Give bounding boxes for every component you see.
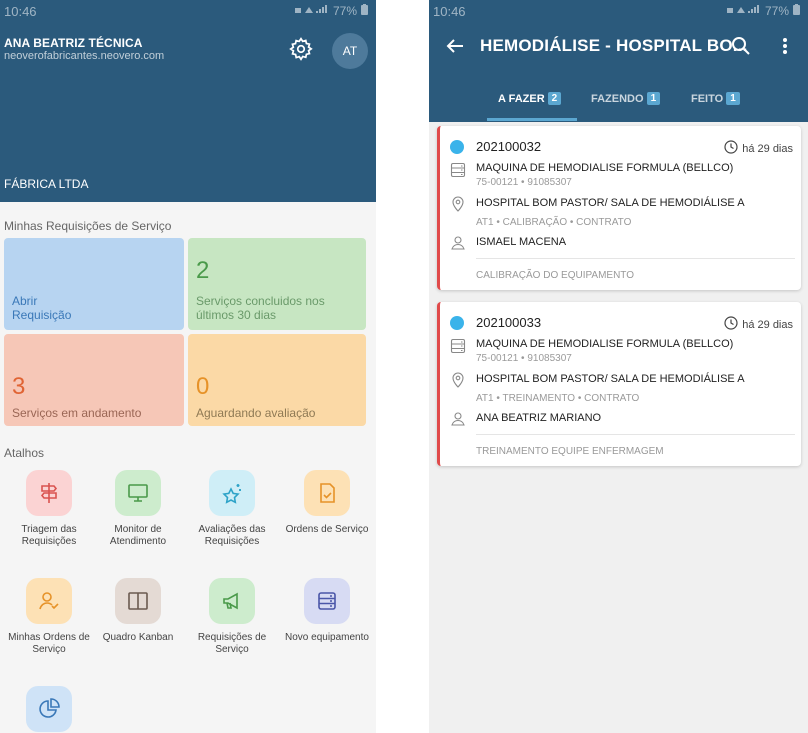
order-number: 202100033 xyxy=(476,315,542,330)
equipment-name: MAQUINA DE HEMODIALISE FORMULA (BELLCO) xyxy=(476,162,734,174)
status-time: 10:46 xyxy=(433,3,466,19)
signal-icon xyxy=(726,4,761,18)
completed-count: 2 xyxy=(196,257,210,284)
megaphone-icon xyxy=(209,578,255,624)
status-tabs: A FAZER 2 FAZENDO 1 FEITO 1 xyxy=(429,88,808,122)
completed-services-tile[interactable]: 2 Serviços concluidos nos últimos 30 dia… xyxy=(188,238,366,330)
signpost-icon xyxy=(26,470,72,516)
tab-doing[interactable]: FAZENDO 1 xyxy=(591,92,661,105)
shortcut-user-check[interactable]: Minhas Ordens de Serviço xyxy=(3,578,95,656)
in-progress-tile[interactable]: 3 Serviços em andamento xyxy=(4,334,184,426)
in-progress-count: 3 xyxy=(12,373,26,400)
tab-count-badge: 2 xyxy=(547,92,562,105)
kanban-icon xyxy=(115,578,161,624)
awaiting-count: 0 xyxy=(196,373,210,400)
equipment-codes: 75-00121 • 91085307 xyxy=(476,177,572,188)
order-tags: AT1 • CALIBRAÇÃO • CONTRATO xyxy=(476,217,632,228)
user-icon xyxy=(450,411,466,427)
status-dot xyxy=(450,140,464,154)
equipment-icon xyxy=(450,338,466,354)
divider xyxy=(476,258,795,259)
status-bar: 10:46 77% xyxy=(0,0,376,22)
shortcut-monitor[interactable]: Monitor de Atendimento xyxy=(92,470,184,548)
tab-count-badge: 1 xyxy=(726,92,740,105)
location: HOSPITAL BOM PASTOR/ SALA DE HEMODIÁLISE… xyxy=(476,197,745,209)
clock-icon xyxy=(724,140,738,157)
section-title-requests: Minhas Requisições de Serviço xyxy=(4,219,172,233)
shortcut-pie-chart[interactable] xyxy=(3,686,95,733)
order-tags: AT1 • TREINAMENTO • CONTRATO xyxy=(476,393,640,404)
battery-level: 77% xyxy=(332,4,357,18)
shortcut-document-check[interactable]: Ordens de Serviço xyxy=(281,470,373,536)
section-title-shortcuts: Atalhos xyxy=(4,446,45,460)
location-pin-icon xyxy=(450,372,466,388)
work-list-screen: 10:46 77% HEMODIÁLISE - HOSPITAL BO... A xyxy=(429,0,808,733)
shortcut-signpost[interactable]: Triagem das Requisições xyxy=(3,470,95,548)
status-time: 10:46 xyxy=(4,3,37,19)
equipment-name: MAQUINA DE HEMODIALISE FORMULA (BELLCO) xyxy=(476,338,734,350)
search-icon[interactable] xyxy=(731,36,751,56)
tab-to-do[interactable]: A FAZER 2 xyxy=(498,92,562,105)
monitor-icon xyxy=(115,470,161,516)
avatar[interactable]: AT xyxy=(332,33,368,69)
divider xyxy=(476,434,795,435)
work-list-header: 10:46 77% HEMODIÁLISE - HOSPITAL BO... A xyxy=(429,0,808,122)
user-email: neoverofabricantes.neovero.com xyxy=(4,50,165,62)
elapsed-time: há 29 dias xyxy=(724,316,793,333)
awaiting-evaluation-tile[interactable]: 0 Aguardando avaliação xyxy=(188,334,366,426)
company-name: FÁBRICA LTDA xyxy=(4,177,89,191)
location-pin-icon xyxy=(450,196,466,212)
shortcut-server[interactable]: Novo equipamento xyxy=(281,578,373,644)
location: HOSPITAL BOM PASTOR/ SALA DE HEMODIÁLISE… xyxy=(476,373,745,385)
back-arrow-icon[interactable] xyxy=(445,36,465,56)
work-order-card[interactable]: 202100032 há 29 dias MAQUINA DE HEMODIAL… xyxy=(437,126,801,290)
pie-chart-icon xyxy=(26,686,72,732)
shortcut-kanban[interactable]: Quadro Kanban xyxy=(92,578,184,644)
user-check-icon xyxy=(26,578,72,624)
assignee: ANA BEATRIZ MARIANO xyxy=(476,412,602,424)
order-description: CALIBRAÇÃO DO EQUIPAMENTO xyxy=(476,270,634,281)
tab-count-badge: 1 xyxy=(646,92,661,105)
home-screen: 10:46 77% ANA BEATRIZ TÉCNICA neoverofab… xyxy=(0,0,376,733)
elapsed-time: há 29 dias xyxy=(724,140,793,157)
order-description: TREINAMENTO EQUIPE ENFERMAGEM xyxy=(476,446,664,457)
document-check-icon xyxy=(304,470,350,516)
status-dot xyxy=(450,316,464,330)
tab-done[interactable]: FEITO 1 xyxy=(691,92,740,105)
battery-level: 77% xyxy=(764,4,789,18)
open-request-tile[interactable]: Abrir Requisição xyxy=(4,238,184,330)
star-sparkle-icon xyxy=(209,470,255,516)
battery-icon xyxy=(793,4,800,18)
work-order-card[interactable]: 202100033 há 29 dias MAQUINA DE HEMODIAL… xyxy=(437,302,801,466)
assignee: ISMAEL MACENA xyxy=(476,236,567,248)
user-name: ANA BEATRIZ TÉCNICA xyxy=(4,36,143,50)
order-number: 202100032 xyxy=(476,139,542,154)
server-icon xyxy=(304,578,350,624)
gear-icon[interactable] xyxy=(288,36,314,62)
equipment-codes: 75-00121 • 91085307 xyxy=(476,353,572,364)
equipment-icon xyxy=(450,162,466,178)
active-tab-indicator xyxy=(487,118,577,121)
page-title: HEMODIÁLISE - HOSPITAL BO... xyxy=(480,36,748,55)
more-vertical-icon[interactable] xyxy=(781,36,789,56)
signal-icon xyxy=(294,4,329,18)
status-bar: 10:46 77% xyxy=(429,0,808,22)
home-header: 10:46 77% ANA BEATRIZ TÉCNICA neoverofab… xyxy=(0,0,376,202)
clock-icon xyxy=(724,316,738,333)
user-icon xyxy=(450,235,466,251)
shortcut-star-sparkle[interactable]: Avaliações das Requisições xyxy=(186,470,278,548)
shortcut-megaphone[interactable]: Requisições de Serviço xyxy=(186,578,278,656)
battery-icon xyxy=(361,4,368,18)
